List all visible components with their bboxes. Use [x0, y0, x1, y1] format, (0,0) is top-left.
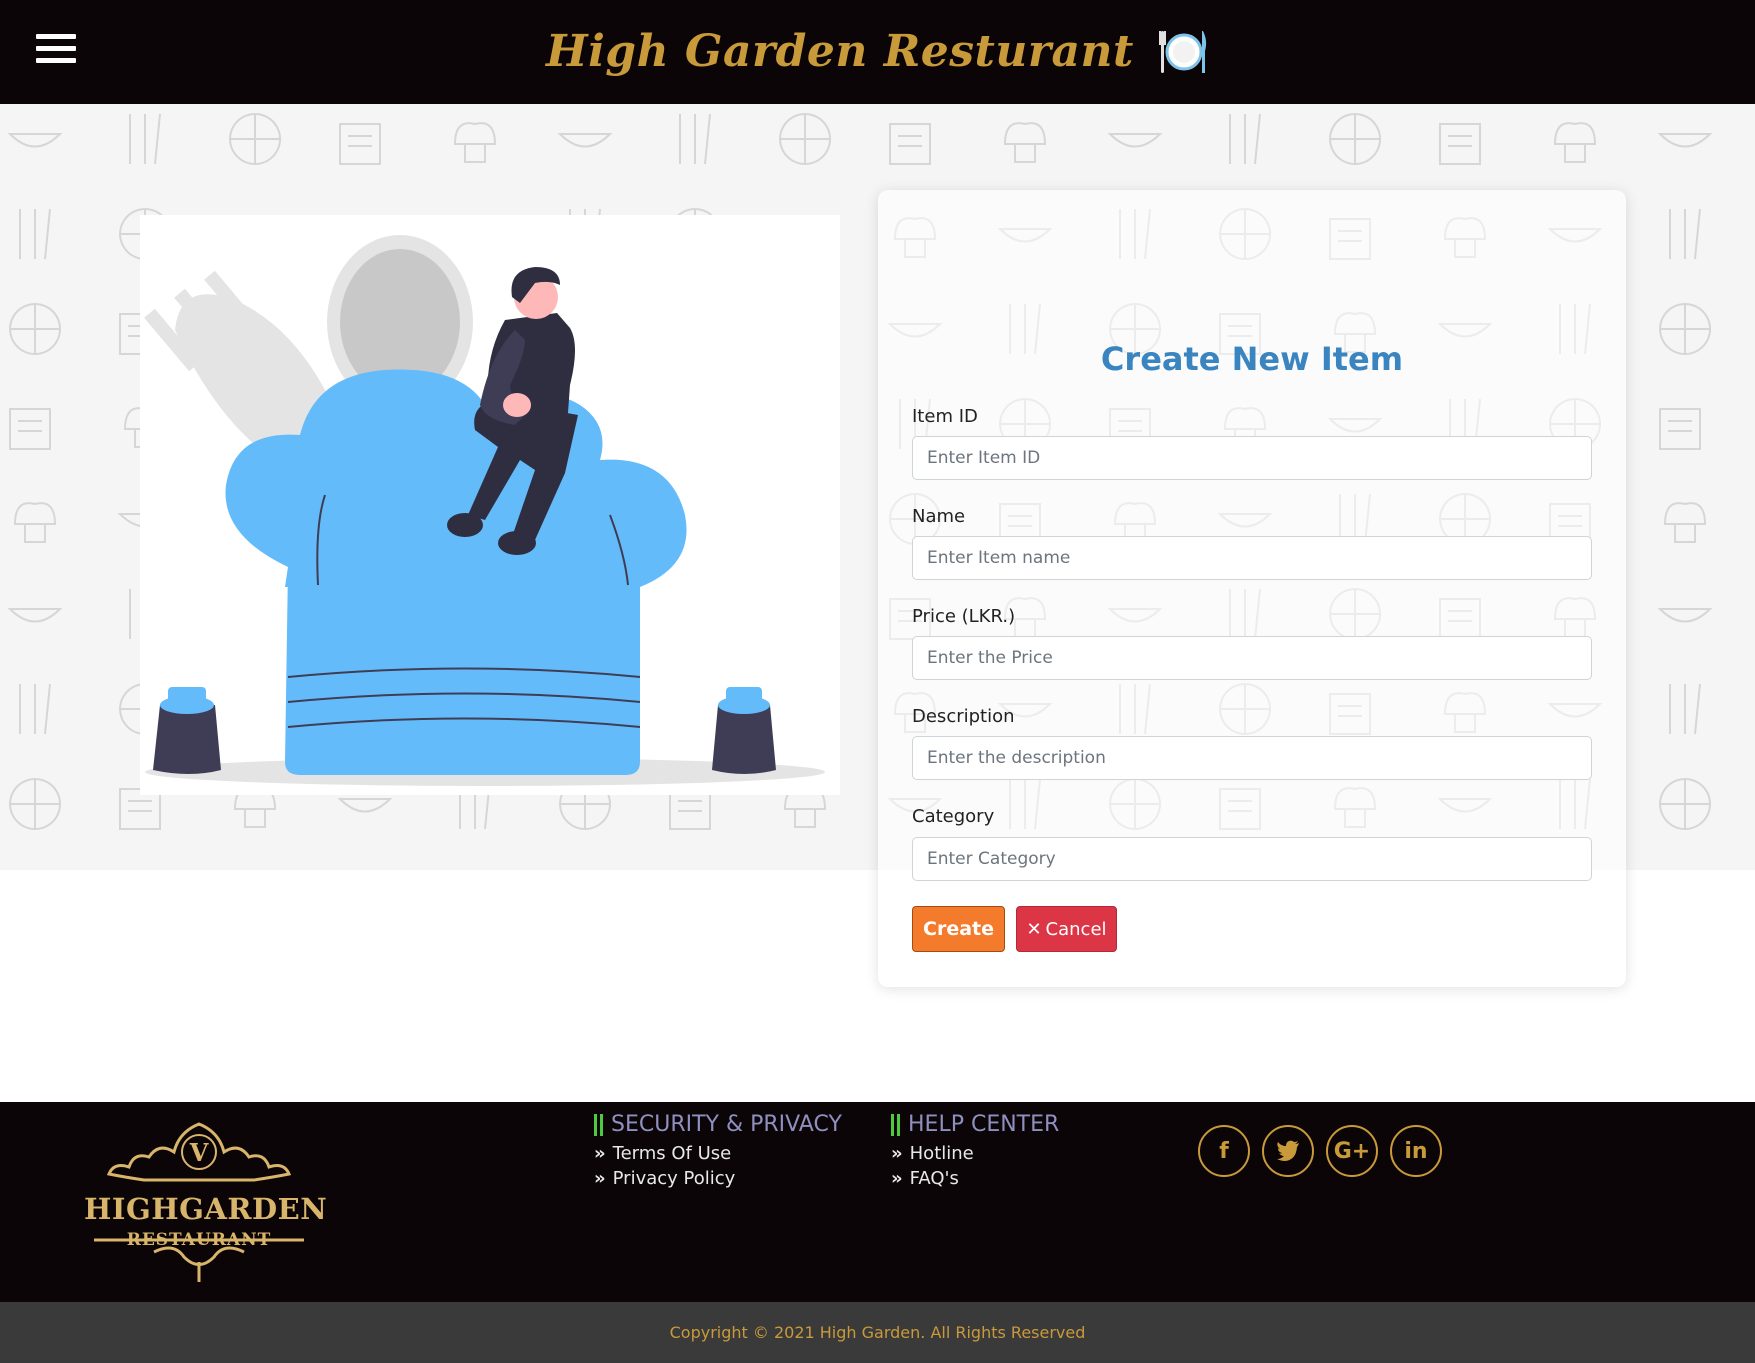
help-center-section: HELP CENTER » Hotline » FAQ's	[891, 1112, 1059, 1189]
double-chevron-icon: »	[594, 1143, 605, 1164]
logo-subtitle: RESTAURANT	[126, 1230, 272, 1250]
food-doodle	[129, 113, 161, 165]
copyright-text: Copyright © 2021 High Garden. All Rights…	[0, 1302, 1755, 1363]
restaurant-logo: V HIGHGARDEN RESTAURANT	[84, 1112, 328, 1284]
help-heading: HELP CENTER	[891, 1112, 1059, 1137]
create-item-card: Create New Item Item ID Name Price (LKR.…	[878, 190, 1626, 987]
double-chevron-icon: »	[891, 1168, 902, 1189]
food-doodle	[19, 683, 51, 735]
food-doodle	[889, 123, 931, 165]
food-doodle	[1659, 408, 1701, 450]
create-button[interactable]: Create	[912, 906, 1005, 952]
food-doodle	[557, 133, 613, 148]
logo-name: HIGHGARDEN	[84, 1192, 328, 1226]
hotline-link[interactable]: » Hotline	[891, 1143, 1059, 1164]
double-chevron-icon: »	[891, 1143, 902, 1164]
food-doodle	[7, 608, 63, 623]
food-doodle	[1003, 122, 1047, 163]
food-doodle	[1329, 113, 1381, 165]
food-doodle	[1659, 303, 1711, 355]
faq-link[interactable]: » FAQ's	[891, 1168, 1059, 1189]
category-label: Category	[912, 806, 995, 827]
food-doodle	[779, 113, 831, 165]
food-doodle	[13, 502, 57, 543]
top-navbar: High Garden Resturant	[0, 0, 1755, 104]
food-doodle	[1229, 113, 1261, 165]
food-doodle	[119, 788, 161, 830]
food-doodle	[1663, 502, 1707, 543]
security-heading: SECURITY & PRIVACY	[594, 1112, 842, 1137]
food-doodle	[1657, 608, 1713, 623]
brand[interactable]: High Garden Resturant	[0, 26, 1755, 77]
description-input[interactable]	[912, 736, 1592, 780]
name-input[interactable]	[912, 536, 1592, 580]
food-doodle	[1439, 123, 1481, 165]
food-doodle	[1669, 208, 1701, 260]
food-doodle	[669, 788, 711, 830]
double-chevron-icon: »	[594, 1168, 605, 1189]
terms-of-use-link[interactable]: » Terms Of Use	[594, 1143, 842, 1164]
food-doodle	[453, 122, 497, 163]
food-doodle	[1657, 133, 1713, 148]
food-doodle	[229, 113, 281, 165]
food-doodle	[337, 798, 393, 813]
food-doodle	[339, 123, 381, 165]
food-doodle	[19, 208, 51, 260]
plate-cutlery-icon	[1158, 30, 1207, 73]
cancel-button[interactable]: ✕ Cancel	[1016, 906, 1117, 952]
price-input[interactable]	[912, 636, 1592, 680]
food-doodle	[1669, 683, 1701, 735]
facebook-icon[interactable]: f	[1198, 1125, 1250, 1177]
price-label: Price (LKR.)	[912, 606, 1016, 627]
security-privacy-section: SECURITY & PRIVACY » Terms Of Use » Privac…	[594, 1112, 842, 1189]
linkedin-icon[interactable]: in	[1390, 1125, 1442, 1177]
food-doodle	[7, 133, 63, 148]
google-plus-icon[interactable]: G+	[1326, 1125, 1378, 1177]
food-doodle	[9, 408, 51, 450]
logo-letter: V	[189, 1138, 209, 1167]
chef-hat-illustration	[140, 215, 840, 795]
category-input[interactable]	[912, 837, 1592, 881]
brand-title: High Garden Resturant	[546, 26, 1134, 77]
food-doodle	[9, 778, 61, 830]
item-id-input[interactable]	[912, 436, 1592, 480]
form-title: Create New Item	[1100, 340, 1404, 378]
food-doodle	[1553, 122, 1597, 163]
food-doodle	[1107, 133, 1163, 148]
description-label: Description	[912, 706, 1015, 727]
cancel-label: Cancel	[1045, 918, 1107, 940]
footer: V HIGHGARDEN RESTAURANT SECURITY & PRIVA…	[0, 1102, 1755, 1302]
twitter-icon[interactable]	[1262, 1125, 1314, 1177]
food-doodle	[679, 113, 711, 165]
food-doodle	[9, 303, 61, 355]
food-doodle	[1659, 778, 1711, 830]
privacy-policy-link[interactable]: » Privacy Policy	[594, 1168, 842, 1189]
close-icon: ✕	[1026, 918, 1042, 940]
name-label: Name	[912, 506, 966, 527]
item-id-label: Item ID	[912, 406, 978, 427]
